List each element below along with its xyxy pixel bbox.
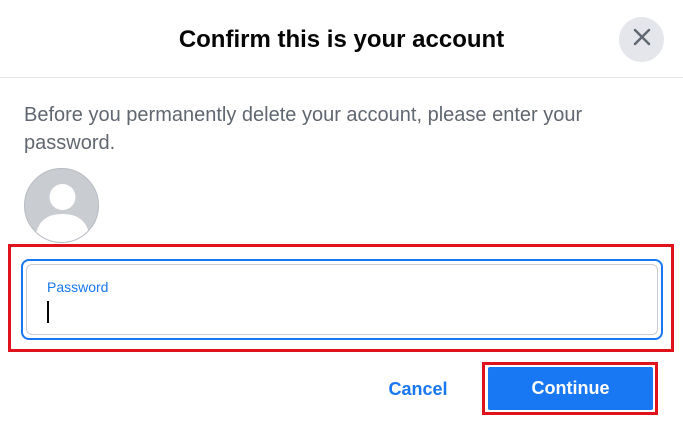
password-label: Password [47, 279, 109, 295]
text-caret [47, 301, 49, 323]
default-avatar-icon [25, 184, 98, 242]
password-input[interactable] [43, 299, 637, 323]
cancel-button[interactable]: Cancel [374, 370, 462, 408]
continue-button[interactable]: Continue [488, 367, 653, 410]
dialog-title: Confirm this is your account [178, 26, 505, 53]
close-button[interactable] [619, 17, 664, 62]
password-field[interactable]: Password [21, 259, 663, 340]
confirm-account-dialog: Confirm this is your account Before you … [0, 0, 683, 428]
avatar [24, 168, 99, 243]
close-icon [632, 27, 652, 52]
dialog-header: Confirm this is your account [0, 0, 683, 78]
dialog-description: Before you permanently delete your accou… [24, 104, 583, 154]
